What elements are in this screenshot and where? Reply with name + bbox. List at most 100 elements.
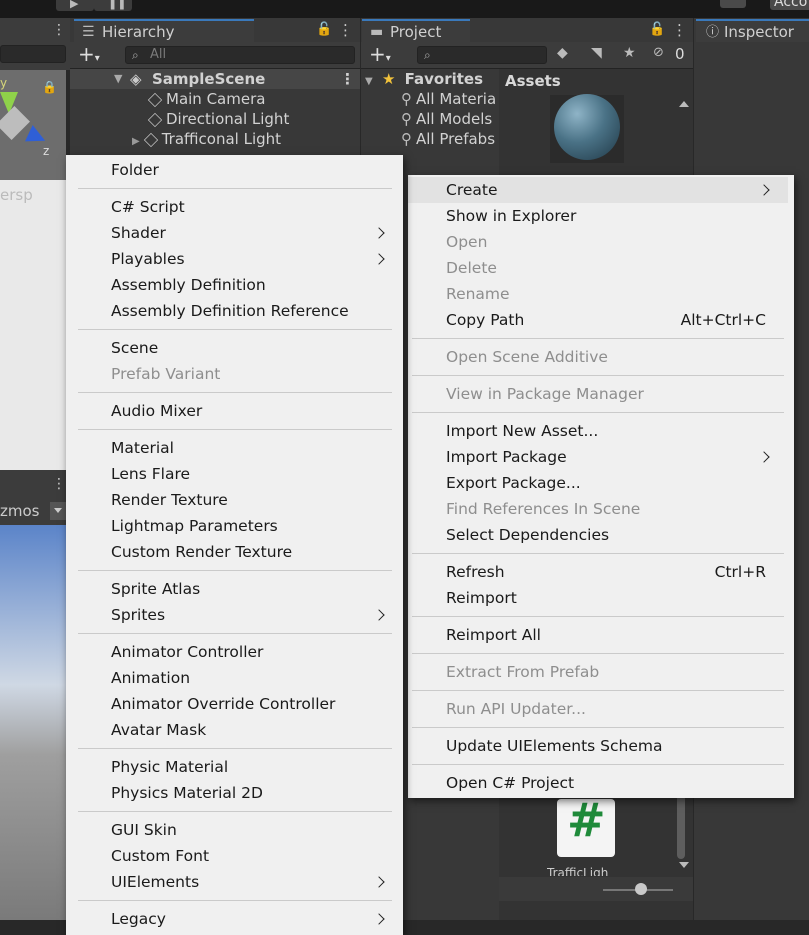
more-icon[interactable]: ⋮ <box>52 476 66 492</box>
filter-by-label-icon[interactable]: ◥ <box>591 45 602 61</box>
lock-icon[interactable]: 🔓 <box>316 22 332 37</box>
menu-item-animator-override-controller[interactable]: Animator Override Controller <box>66 691 403 717</box>
more-icon[interactable]: ⋮ <box>340 69 355 89</box>
tab-inspector[interactable]: ⓘ Inspector <box>696 19 809 42</box>
menu-item-sprite-atlas[interactable]: Sprite Atlas <box>66 576 403 602</box>
tab-hierarchy-label: Hierarchy <box>102 23 175 41</box>
lock-icon[interactable]: 🔓 <box>649 22 665 37</box>
menu-item-legacy[interactable]: Legacy <box>66 906 403 932</box>
menu-item-label: Open C# Project <box>446 774 575 792</box>
menu-item-create[interactable]: Create <box>408 177 788 203</box>
menu-item-render-texture[interactable]: Render Texture <box>66 487 403 513</box>
gizmos-arrow-button[interactable] <box>50 502 66 520</box>
menu-item-import-new-asset[interactable]: Import New Asset... <box>408 418 788 444</box>
expand-arrow-icon[interactable]: ▼ <box>365 76 373 87</box>
scrollbar-thumb[interactable] <box>677 789 685 859</box>
play-button[interactable]: ▶ <box>56 0 94 11</box>
scroll-down-arrow[interactable] <box>679 862 689 868</box>
account-dropdown[interactable]: Acco <box>770 0 809 10</box>
menu-item-show-in-explorer[interactable]: Show in Explorer <box>408 203 788 229</box>
more-icon[interactable]: ⋮ <box>672 21 687 39</box>
menu-item-label: Render Texture <box>111 491 228 509</box>
create-asset-button[interactable]: +▾ <box>369 42 391 66</box>
menu-item-c-script[interactable]: C# Script <box>66 194 403 220</box>
menu-item-reimport-all[interactable]: Reimport All <box>408 622 788 648</box>
assets-breadcrumb[interactable]: Assets <box>505 72 561 90</box>
tab-hierarchy[interactable]: ☰ Hierarchy <box>74 19 254 42</box>
menu-item-label: Custom Font <box>111 847 210 865</box>
menu-item-refresh[interactable]: Refresh Ctrl+R <box>408 559 788 585</box>
more-icon[interactable]: ⋮ <box>338 21 353 39</box>
tab-project[interactable]: ▬ Project <box>362 19 470 42</box>
menu-item-animator-controller[interactable]: Animator Controller <box>66 639 403 665</box>
menu-item-custom-font[interactable]: Custom Font <box>66 843 403 869</box>
favorites-row[interactable]: ▼ ★ Favorites <box>365 69 483 89</box>
menu-separator <box>78 392 392 393</box>
scroll-up-arrow[interactable] <box>679 101 689 107</box>
menu-item-material[interactable]: Material <box>66 435 403 461</box>
zoom-slider-handle[interactable] <box>635 883 647 895</box>
script-asset[interactable]: # <box>557 793 615 857</box>
hierarchy-search-input[interactable]: ⌕ All <box>125 46 355 64</box>
hidden-packages-icon[interactable]: ⊘ <box>653 45 664 60</box>
menu-item-label: Animator Controller <box>111 643 264 661</box>
menu-item-lens-flare[interactable]: Lens Flare <box>66 461 403 487</box>
menu-item-label: Physics Material 2D <box>111 784 263 802</box>
expand-arrow-icon[interactable]: ▶ <box>132 136 140 147</box>
menu-item-gui-skin[interactable]: GUI Skin <box>66 817 403 843</box>
chevron-down-icon <box>54 508 62 513</box>
scene-row[interactable]: ▼ ◈ SampleScene ⋮ <box>70 69 360 89</box>
hash-icon: # <box>567 793 606 847</box>
menu-item-physics-material-2d[interactable]: Physics Material 2D <box>66 780 403 806</box>
project-search-input[interactable]: ⌕ <box>417 46 547 64</box>
search-icon: ⚲ <box>401 110 412 128</box>
menu-item-assembly-definition[interactable]: Assembly Definition <box>66 272 403 298</box>
menu-item-label: Assembly Definition <box>111 276 266 294</box>
menu-item-playables[interactable]: Playables <box>66 246 403 272</box>
menu-item-custom-render-texture[interactable]: Custom Render Texture <box>66 539 403 565</box>
hierarchy-item[interactable]: Main Camera <box>147 89 265 109</box>
menu-item-reimport[interactable]: Reimport <box>408 585 788 611</box>
menu-item-shader[interactable]: Shader <box>66 220 403 246</box>
menu-item-animation[interactable]: Animation <box>66 665 403 691</box>
menu-item-physic-material[interactable]: Physic Material <box>66 754 403 780</box>
menu-item-audio-mixer[interactable]: Audio Mixer <box>66 398 403 424</box>
favorite-item[interactable]: ⚲ All Materia <box>401 89 496 109</box>
menu-item-lightmap-parameters[interactable]: Lightmap Parameters <box>66 513 403 539</box>
favorite-star-icon[interactable]: ★ <box>623 45 636 61</box>
menu-item-sprites[interactable]: Sprites <box>66 602 403 628</box>
material-asset[interactable] <box>550 94 624 163</box>
add-object-button[interactable]: +▾ <box>78 42 100 66</box>
gizmos-dropdown[interactable]: zmos <box>0 502 39 520</box>
unity-scene-icon: ◈ <box>130 70 142 88</box>
persp-label[interactable]: ersp <box>0 186 33 204</box>
menu-item-avatar-mask[interactable]: Avatar Mask <box>66 717 403 743</box>
menu-item-label: Copy Path <box>446 311 525 329</box>
favorite-item[interactable]: ⚲ All Prefabs <box>401 129 495 149</box>
menu-item-open-c-project[interactable]: Open C# Project <box>408 770 788 796</box>
menu-item-label: GUI Skin <box>111 821 177 839</box>
menu-item-folder[interactable]: Folder <box>66 157 403 183</box>
game-view[interactable] <box>0 525 66 920</box>
pause-button[interactable]: ❚❚ <box>94 0 132 11</box>
submenu-arrow-icon <box>373 609 385 621</box>
menu-separator <box>412 338 784 339</box>
menu-item-uielements[interactable]: UIElements <box>66 869 403 895</box>
filter-by-type-icon[interactable]: ◆ <box>557 45 568 61</box>
menu-item-select-dependencies[interactable]: Select Dependencies <box>408 522 788 548</box>
favorite-item[interactable]: ⚲ All Models <box>401 109 492 129</box>
menu-item-scene[interactable]: Scene <box>66 335 403 361</box>
lock-icon[interactable]: 🔒 <box>42 80 57 94</box>
hierarchy-item[interactable]: Directional Light <box>147 109 289 129</box>
menu-item-copy-path[interactable]: Copy Path Alt+Ctrl+C <box>408 307 788 333</box>
hierarchy-item[interactable]: ▶ Trafficonal Light <box>132 129 281 149</box>
scene-view[interactable]: y z 🔒 ersp <box>0 70 66 470</box>
menu-item-export-package[interactable]: Export Package... <box>408 470 788 496</box>
menu-item-update-uielements-schema[interactable]: Update UIElements Schema <box>408 733 788 759</box>
menu-item-import-package[interactable]: Import Package <box>408 444 788 470</box>
scene-search[interactable] <box>0 45 66 63</box>
more-icon[interactable]: ⋮ <box>52 22 66 38</box>
cloud-button[interactable] <box>720 0 746 8</box>
menu-item-assembly-definition-reference[interactable]: Assembly Definition Reference <box>66 298 403 324</box>
expand-arrow-icon[interactable]: ▼ <box>114 69 122 89</box>
